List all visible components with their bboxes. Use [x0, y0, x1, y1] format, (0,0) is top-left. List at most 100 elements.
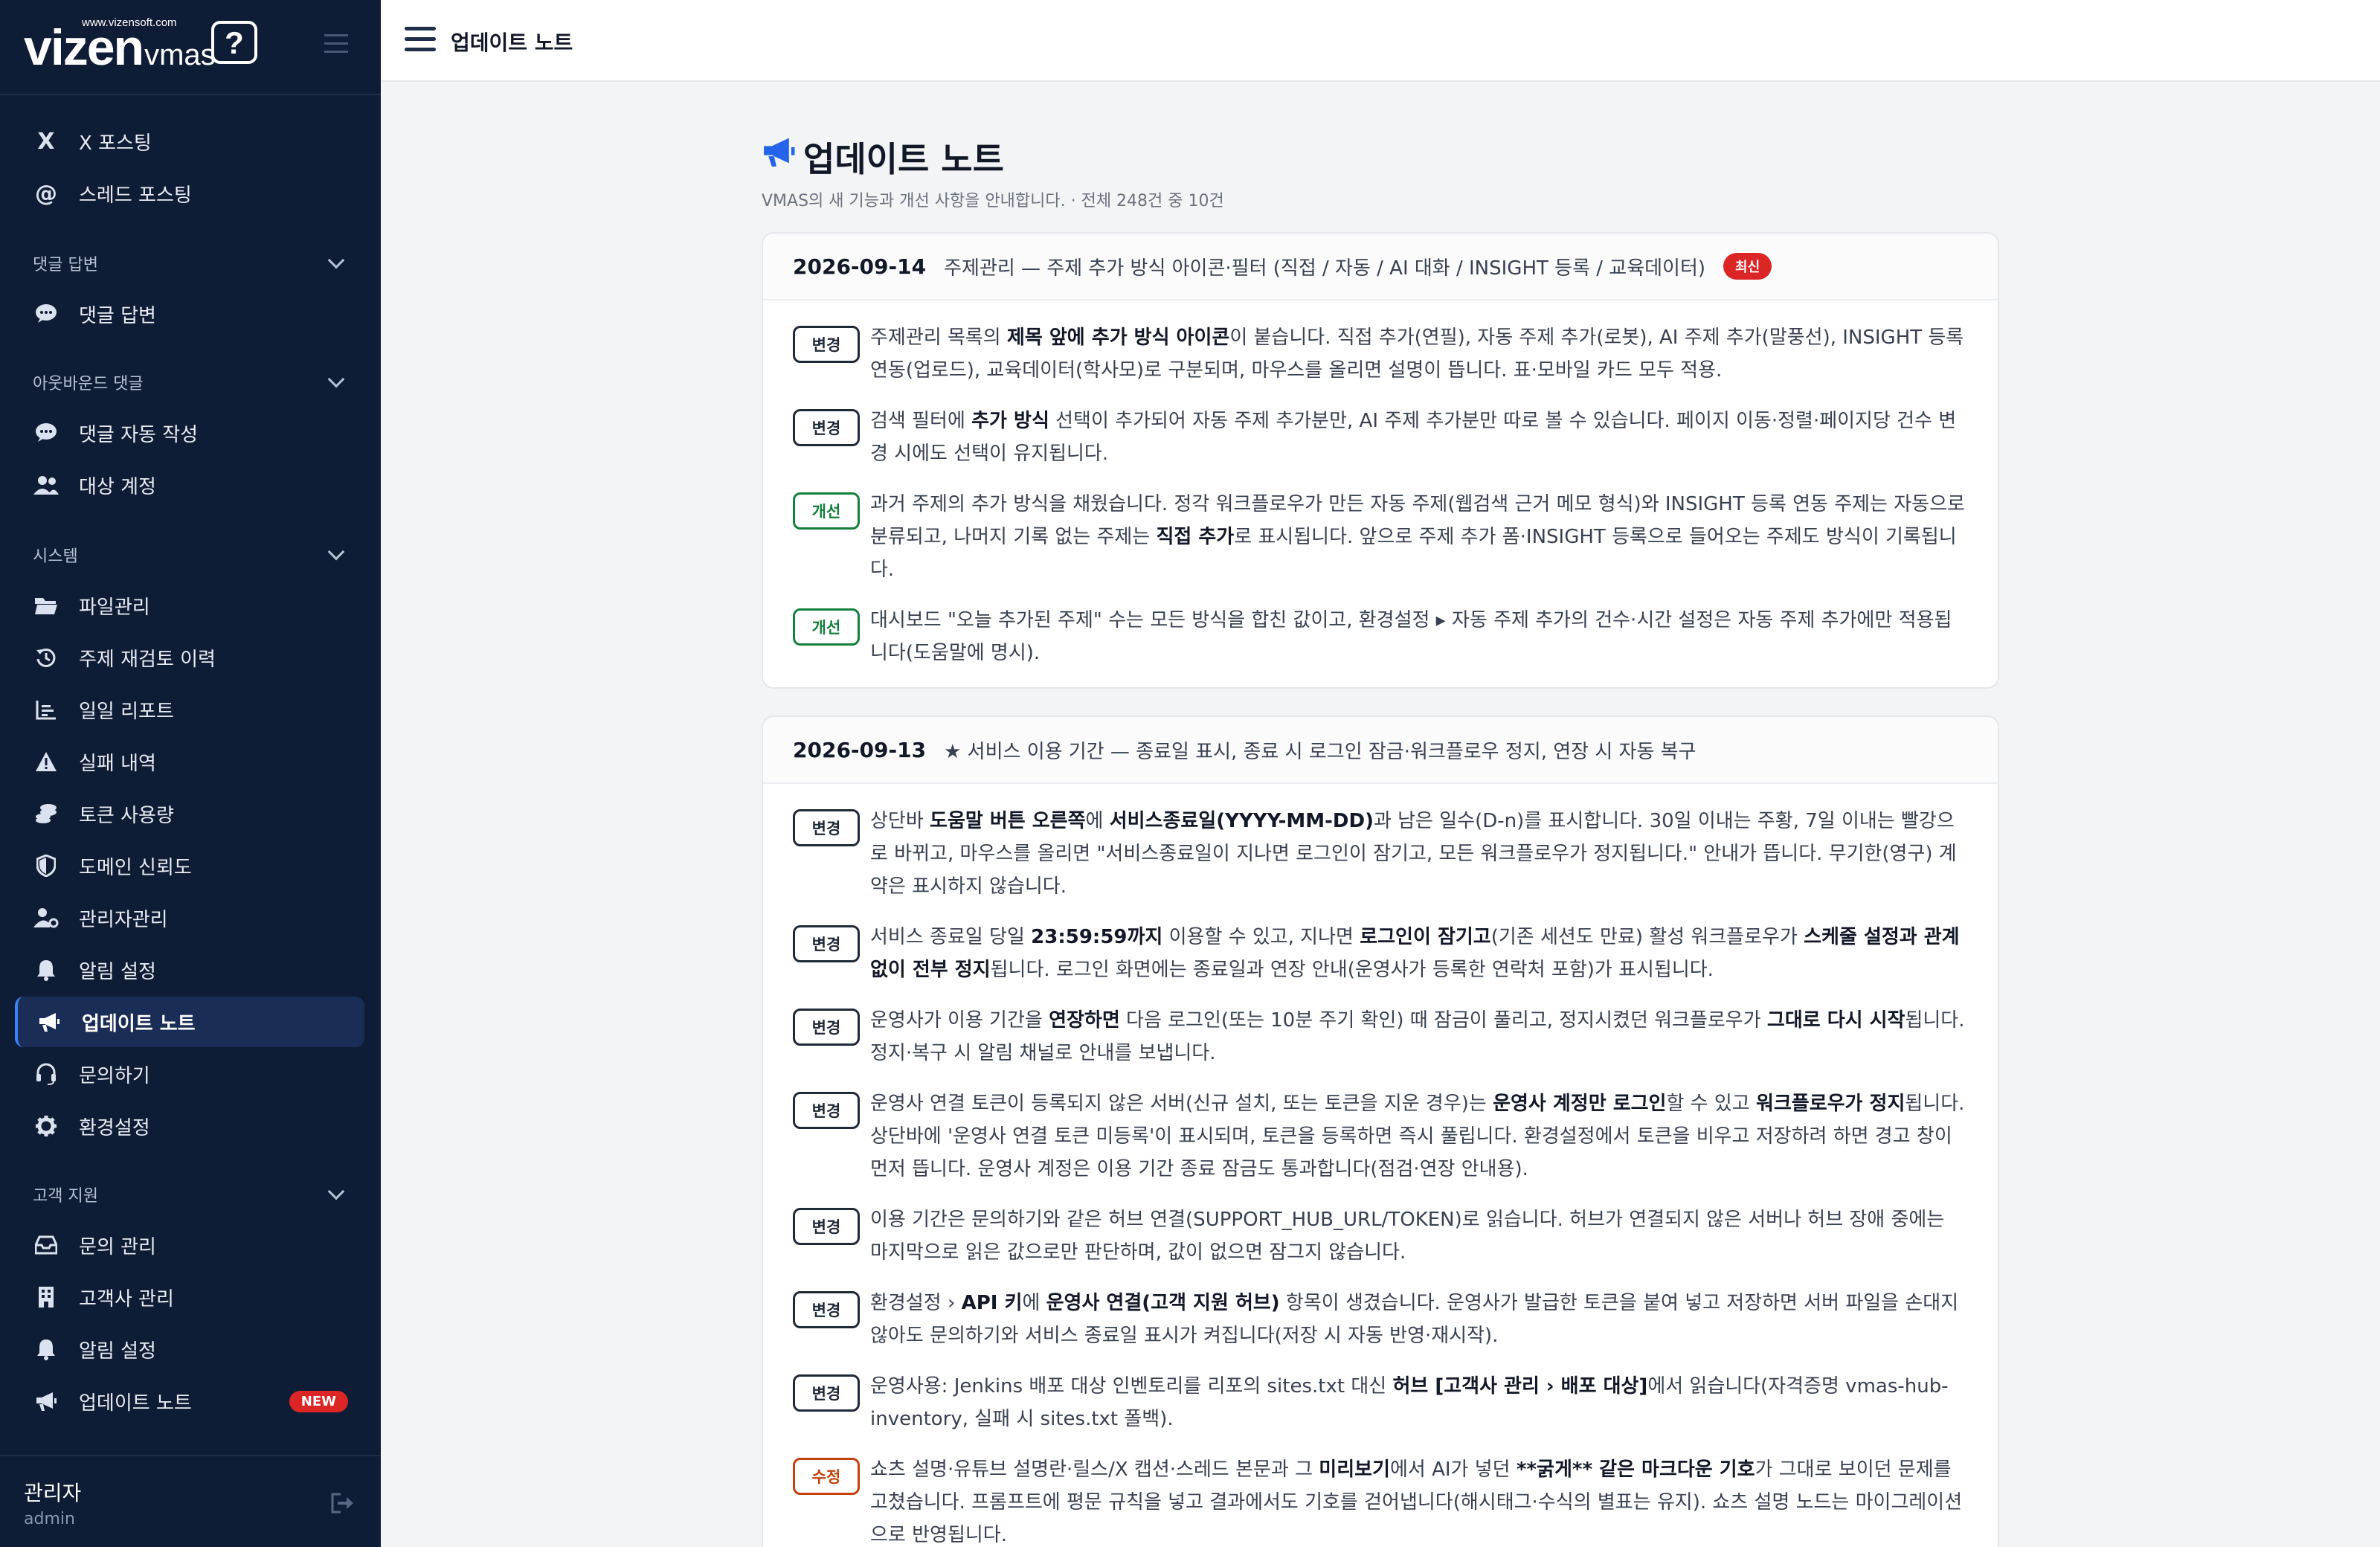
sidebar-item-label: 업데이트 노트: [79, 1392, 192, 1415]
card-body: 변경 상단바 도움말 버튼 오른쪽에 서비스종료일(YYYY-MM-DD)과 남…: [763, 784, 1998, 1547]
new-badge: NEW: [289, 1390, 348, 1412]
tag-change: 변경: [793, 1092, 860, 1129]
sidebar-item-update-notes[interactable]: 업데이트 노트: [15, 997, 364, 1047]
note-text: 서비스 종료일 당일 23:59:59까지 이용할 수 있고, 지나면 로그인이…: [870, 926, 1960, 981]
note-entry: 변경 운영사 연결 토큰이 등록되지 않은 서버(신규 설치, 또는 토큰을 지…: [793, 1087, 1968, 1186]
note-text: 대시보드 "오늘 추가된 주제" 수는 모든 방식을 합친 값이고, 환경설정 …: [870, 609, 1952, 664]
sidebar-item-inquiry[interactable]: 문의하기: [15, 1049, 364, 1099]
sidebar-item-notification-settings[interactable]: 알림 설정: [15, 945, 364, 995]
logo[interactable]: www.vizensoft.com vizenvmas ?: [24, 16, 257, 73]
sidebar-item-label: 알림 설정: [79, 1339, 156, 1363]
note-text: 운영사 연결 토큰이 등록되지 않은 서버(신규 설치, 또는 토큰을 지운 경…: [870, 1093, 1965, 1180]
sidebar-nav[interactable]: X X 포스팅 @ 스레드 포스팅 댓글 답변 댓글 답변 아웃바운드 댓글 댓…: [0, 97, 381, 1455]
sidebar-item-x-posting[interactable]: X X 포스팅: [15, 116, 364, 167]
sidebar-item-comment-reply[interactable]: 댓글 답변: [15, 289, 364, 339]
tag-change: 변경: [793, 326, 860, 363]
topbar-title: 업데이트 노트: [451, 30, 573, 55]
card-title: ★ 서비스 이용 기간 — 종료일 표시, 종료 시 로그인 잠금·워크플로우 …: [944, 740, 1696, 763]
tag-change: 변경: [793, 925, 860, 962]
sidebar-item-label: 환경설정: [79, 1116, 150, 1139]
sidebar-item-support-notification-settings[interactable]: 알림 설정: [15, 1324, 364, 1374]
user-name: 관리자: [24, 1481, 82, 1505]
card-body: 변경 주제관리 목록의 제목 앞에 추가 방식 아이콘이 붙습니다. 직접 추가…: [763, 300, 1998, 669]
sidebar-item-inquiry-management[interactable]: 문의 관리: [15, 1220, 364, 1270]
sidebar-item-domain-trust[interactable]: 도메인 신뢰도: [15, 840, 364, 891]
history-icon: [31, 646, 61, 669]
note-entry: 수정 쇼츠 설명·유튜브 설명란·릴스/X 캡션·스레드 본문과 그 미리보기에…: [793, 1453, 1968, 1547]
tag-change: 변경: [793, 1009, 860, 1046]
folder-icon: [31, 596, 61, 615]
note-entry: 변경 운영사용: Jenkins 배포 대상 인벤토리를 리포의 sites.t…: [793, 1370, 1968, 1435]
tag-change: 변경: [793, 809, 860, 846]
note-text: 주제관리 목록의 제목 앞에 추가 방식 아이콘이 붙습니다. 직접 추가(연필…: [870, 327, 1964, 382]
sidebar-item-label: X 포스팅: [79, 132, 152, 155]
comment-icon: [31, 422, 61, 443]
sidebar-item-failure-log[interactable]: 실패 내역: [15, 736, 364, 787]
sidebar-item-client-management[interactable]: 고객사 관리: [15, 1272, 364, 1322]
chevron-down-icon: [327, 370, 345, 388]
sidebar-item-support-update-notes[interactable]: 업데이트 노트 NEW: [15, 1376, 364, 1427]
sidebar-item-label: 댓글 자동 작성: [79, 423, 199, 446]
sidebar-item-topic-review-history[interactable]: 주제 재검토 이력: [15, 632, 364, 683]
sidebar-item-label: 관리자관리: [79, 908, 168, 931]
at-icon: @: [35, 180, 57, 207]
chart-icon: [31, 699, 61, 720]
coins-icon: [31, 803, 61, 824]
section-customer-support[interactable]: 고객 지원: [33, 1180, 353, 1209]
user-gear-icon: [31, 907, 61, 928]
tag-improve: 개선: [793, 608, 860, 646]
sidebar-item-settings[interactable]: 환경설정: [15, 1101, 364, 1151]
section-system[interactable]: 시스템: [33, 540, 353, 570]
update-card: 2026-09-14 주제관리 — 주제 추가 방식 아이콘·필터 (직접 / …: [762, 232, 1999, 689]
chevron-down-icon: [327, 251, 345, 269]
logo-question-bubble-icon: ?: [211, 21, 257, 64]
update-card: 2026-09-13 ★ 서비스 이용 기간 — 종료일 표시, 종료 시 로그…: [762, 715, 1999, 1547]
sidebar-item-token-usage[interactable]: 토큰 사용량: [15, 788, 364, 839]
user-id: admin: [24, 1510, 75, 1528]
sidebar-item-daily-report[interactable]: 일일 리포트: [15, 684, 364, 735]
note-entry: 변경 이용 기간은 문의하기와 같은 허브 연결(SUPPORT_HUB_URL…: [793, 1203, 1968, 1269]
latest-badge: 최신: [1723, 253, 1772, 280]
tag-improve: 개선: [793, 492, 860, 530]
sidebar-item-label: 댓글 답변: [79, 304, 156, 327]
user-panel: 관리자 admin: [0, 1455, 381, 1547]
card-header: 2026-09-13 ★ 서비스 이용 기간 — 종료일 표시, 종료 시 로그…: [763, 717, 1998, 784]
chevron-down-icon: [327, 1183, 345, 1200]
menu-toggle-icon[interactable]: [405, 27, 436, 54]
card-title: 주제관리 — 주제 추가 방식 아이콘·필터 (직접 / 자동 / AI 대화 …: [944, 257, 1706, 280]
sidebar-item-label: 토큰 사용량: [79, 804, 174, 827]
sidebar-item-label: 실패 내역: [79, 752, 156, 775]
megaphone-icon: [34, 1012, 64, 1032]
brand-bar: www.vizensoft.com vizenvmas ?: [0, 0, 381, 95]
building-icon: [31, 1286, 61, 1308]
section-label: 아웃바운드 댓글: [33, 375, 144, 393]
headset-icon: [31, 1063, 61, 1085]
note-entry: 개선 과거 주제의 추가 방식을 채웠습니다. 정각 워크플로우가 만든 자동 …: [793, 488, 1968, 586]
sidebar-item-label: 업데이트 노트: [82, 1012, 196, 1035]
comment-icon: [31, 303, 61, 324]
note-text: 과거 주제의 추가 방식을 채웠습니다. 정각 워크플로우가 만든 자동 주제(…: [870, 493, 1965, 581]
note-entry: 변경 환경설정 › API 키에 운영사 연결(고객 지원 허브) 항목이 생겼…: [793, 1287, 1968, 1352]
sidebar-collapse-icon[interactable]: [324, 34, 348, 54]
inbox-icon: [31, 1235, 61, 1255]
chevron-down-icon: [327, 543, 345, 561]
x-icon: X: [37, 128, 55, 155]
sidebar-item-admin-management[interactable]: 관리자관리: [15, 892, 364, 943]
sidebar-item-auto-comment[interactable]: 댓글 자동 작성: [15, 408, 364, 458]
main-content[interactable]: 업데이트 노트 VMAS의 새 기능과 개선 사항을 안내합니다. · 전체 2…: [381, 83, 2380, 1547]
note-text: 운영사용: Jenkins 배포 대상 인벤토리를 리포의 sites.txt …: [870, 1375, 1949, 1430]
sidebar-item-threads-posting[interactable]: @ 스레드 포스팅: [15, 168, 364, 219]
tag-change: 변경: [793, 409, 860, 446]
sidebar-item-file-manager[interactable]: 파일관리: [15, 580, 364, 631]
section-comment-reply[interactable]: 댓글 답변: [33, 248, 353, 278]
note-text: 환경설정 › API 키에 운영사 연결(고객 지원 허브) 항목이 생겼습니다…: [870, 1292, 1959, 1347]
tag-change: 변경: [793, 1374, 860, 1412]
sidebar-item-target-accounts[interactable]: 대상 계정: [15, 460, 364, 510]
section-outbound-comment[interactable]: 아웃바운드 댓글: [33, 367, 353, 397]
note-entry: 변경 운영사가 이용 기간을 연장하면 다음 로그인(또는 10분 주기 확인)…: [793, 1004, 1968, 1070]
sidebar-item-label: 일일 리포트: [79, 700, 174, 723]
logout-icon[interactable]: [330, 1492, 356, 1514]
sidebar-item-label: 파일관리: [79, 596, 150, 619]
sidebar: www.vizensoft.com vizenvmas ? X X 포스팅 @ …: [0, 0, 381, 1547]
note-text: 검색 필터에 추가 방식 선택이 추가되어 자동 주제 추가분만, AI 주제 …: [870, 410, 1957, 465]
